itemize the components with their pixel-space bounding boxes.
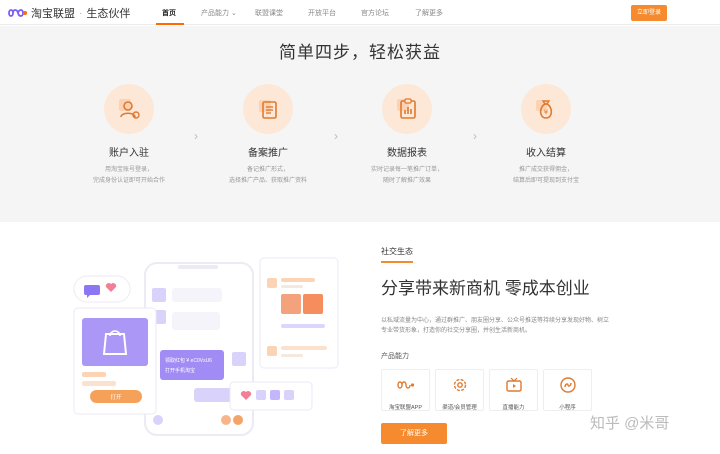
step-desc: 备记推广形式， 选择推广产品、获取推广资料 <box>208 165 328 187</box>
step-account: 账户入驻 用淘宝账号登录， 完成身份认证即可开始合作 <box>69 84 189 187</box>
step-name: 数据报表 <box>387 148 427 159</box>
capability-label: 产品能力 <box>381 353 409 360</box>
capability-label-text: 小程序 <box>559 405 576 411</box>
nav-active-indicator <box>156 23 184 25</box>
top-nav: 淘宝联盟 · 生态伙伴 首页 产品能力 ⌄ 联盟课堂 开放平台 官方论坛 了解更… <box>0 0 720 25</box>
watermark: 知乎 @米哥 <box>590 415 670 432</box>
step-name: 收入结算 <box>526 148 566 159</box>
step-icon-circle <box>104 84 154 134</box>
capability-label-text: 渠道/会员管理 <box>442 405 477 411</box>
capability-card-mini-program[interactable]: 小程序 <box>543 369 592 411</box>
logo-separator: · <box>79 7 83 19</box>
gear-icon <box>453 378 466 392</box>
nav-item-learn-more[interactable]: 了解更多 <box>415 8 443 18</box>
social-illustration: 领取红包 ¥ eC0VsU6 打开手机淘宝 打开 <box>73 257 339 436</box>
section-tag-underline <box>381 261 413 263</box>
learn-more-button[interactable]: 了解更多 <box>381 423 447 444</box>
nav-item-home[interactable]: 首页 <box>162 8 176 18</box>
chat-text-1: 领取红包 ¥ eC0VsU6 <box>165 357 212 364</box>
capability-label-text: 淘宝联盟APP <box>388 405 422 411</box>
logo-subtitle: 生态伙伴 <box>86 8 131 20</box>
infinity-logo-icon <box>396 381 414 389</box>
section-description: 以私域流量为中心，通过群推广、朋友圈分享、公众号推送等持续分享发现好物、树立专业… <box>381 318 610 334</box>
nav-item-products[interactable]: 产品能力 ⌄ <box>201 8 237 18</box>
step-settlement: ¥ 收入结算 推广成交获得佣金， 结算后即可提现到支付宝 <box>486 84 606 187</box>
step-desc-line: 选择推广产品、获取推广资料 <box>228 178 307 184</box>
nav-item-open-platform[interactable]: 开放平台 <box>308 8 336 18</box>
step-desc-line: 推广成交获得佣金， <box>518 167 573 173</box>
capability-card-live[interactable]: 直播能力 <box>489 369 538 411</box>
step-desc-line: 实时记录每一笔推广订单， <box>370 167 443 173</box>
logo-text: 淘宝联盟 <box>31 8 75 20</box>
step-desc-line: 完成身份认证即可开始合作 <box>92 178 165 184</box>
chevron-right-icon: › <box>473 129 477 143</box>
step-name: 备案推广 <box>248 148 288 159</box>
step-desc: 推广成交获得佣金， 结算后即可提现到支付宝 <box>486 165 606 187</box>
tv-live-icon <box>505 377 522 392</box>
section-tag: 社交生态 <box>381 247 413 256</box>
step-desc: 用淘宝账号登录， 完成身份认证即可开始合作 <box>69 165 189 187</box>
step-desc: 实时记录每一笔推广订单， 随时了解推广效果 <box>347 165 467 187</box>
step-filing: 备案推广 备记推广形式， 选择推广产品、获取推广资料 <box>208 84 328 187</box>
clipboard-report-icon <box>397 98 416 119</box>
infinity-logo-icon <box>8 9 27 17</box>
chevron-right-icon: › <box>194 129 198 143</box>
step-name: 账户入驻 <box>109 148 149 159</box>
nav-item-forum[interactable]: 官方论坛 <box>361 8 389 18</box>
nav-item-classroom[interactable]: 联盟课堂 <box>255 8 283 18</box>
logo[interactable]: 淘宝联盟 · 生态伙伴 <box>8 6 130 20</box>
section-headline: 分享带来新商机 零成本创业 <box>381 279 590 298</box>
steps-section: 简单四步，轻松获益 账户入驻 用淘宝账号登录， 完成身份认证即可开始合作 › 备… <box>0 26 720 222</box>
login-button[interactable]: 立即登录 <box>631 5 667 21</box>
steps-title: 简单四步，轻松获益 <box>279 43 441 62</box>
svg-text:¥: ¥ <box>544 109 549 117</box>
step-icon-circle: ¥ <box>521 84 571 134</box>
open-button: 打开 <box>110 393 122 401</box>
step-icon-circle <box>382 84 432 134</box>
step-icon-circle <box>243 84 293 134</box>
chevron-right-icon: › <box>334 129 338 143</box>
chat-text-2: 打开手机淘宝 <box>165 367 195 374</box>
mini-program-icon <box>559 377 576 393</box>
step-desc-line: 随时了解推广效果 <box>382 178 431 184</box>
capability-card-app[interactable]: 淘宝联盟APP <box>381 369 430 411</box>
step-reports: 数据报表 实时记录每一笔推广订单， 随时了解推广效果 <box>347 84 467 187</box>
capability-label-text: 直播能力 <box>502 405 525 411</box>
step-desc-line: 备记推广形式， <box>246 167 289 173</box>
step-desc-line: 用淘宝账号登录， <box>104 167 153 173</box>
money-bag-icon: ¥ <box>536 100 553 119</box>
user-settings-icon <box>119 99 140 119</box>
capability-card-channel[interactable]: 渠道/会员管理 <box>435 369 484 411</box>
step-desc-line: 结算后即可提现到支付宝 <box>512 178 579 184</box>
document-stack-icon <box>259 100 277 119</box>
